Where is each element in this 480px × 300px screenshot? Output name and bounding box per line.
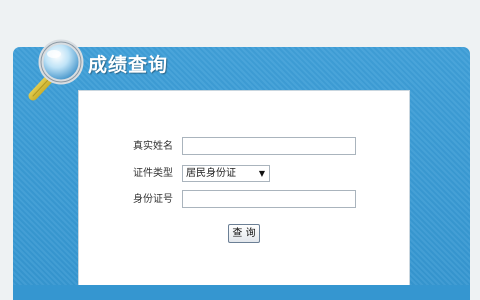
- id-number-label: 身份证号: [133, 194, 173, 205]
- id-number-row: 身份证号: [79, 190, 409, 210]
- id-type-select[interactable]: 居民身份证 ▼: [182, 165, 270, 182]
- page-title: 成绩查询: [88, 54, 169, 76]
- id-type-label: 证件类型: [133, 168, 173, 179]
- form-area: 真实姓名 证件类型 居民身份证 ▼ 身份证号 查 询: [78, 90, 410, 287]
- name-label: 真实姓名: [133, 141, 173, 152]
- id-type-row: 证件类型 居民身份证 ▼: [79, 164, 409, 184]
- page: 成绩查询 真实姓名 证件类型 居民身份证 ▼ 身份证号 查 询: [0, 0, 480, 300]
- query-button[interactable]: 查 询: [228, 224, 260, 243]
- panel-footer: [13, 285, 470, 300]
- triangle-down-icon: ▼: [258, 169, 265, 178]
- id-number-input[interactable]: [182, 190, 356, 208]
- id-type-selected-value: 居民身份证: [186, 168, 236, 179]
- name-row: 真实姓名: [79, 137, 409, 157]
- name-input[interactable]: [182, 137, 356, 155]
